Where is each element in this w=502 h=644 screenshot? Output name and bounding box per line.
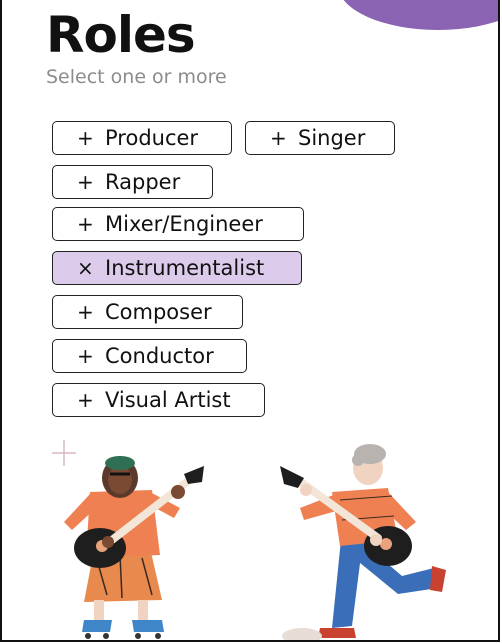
plus-icon: +: [77, 344, 94, 368]
role-chip-label: Mixer/Engineer: [105, 212, 263, 236]
role-chip-visual-artist[interactable]: + Visual Artist: [52, 383, 265, 417]
page-title: Roles: [46, 6, 196, 64]
right-guitarist-figure: [280, 444, 446, 640]
role-chip-label: Rapper: [105, 170, 181, 194]
page-subtitle: Select one or more: [46, 66, 227, 88]
plus-icon: +: [77, 212, 94, 236]
plus-icon: +: [77, 126, 94, 150]
plus-icon: +: [270, 126, 287, 150]
role-chip-label: Visual Artist: [105, 388, 231, 412]
role-chip-producer[interactable]: + Producer: [52, 121, 232, 155]
plus-icon: +: [77, 170, 94, 194]
role-chip-conductor[interactable]: + Conductor: [52, 339, 247, 373]
close-icon: ×: [77, 256, 94, 280]
role-chip-instrumentalist[interactable]: × Instrumentalist: [52, 251, 302, 285]
role-chip-composer[interactable]: + Composer: [52, 295, 243, 329]
role-chip-label: Composer: [105, 300, 212, 324]
two-guitarists-illustration: [52, 440, 446, 640]
role-chip-label: Producer: [105, 126, 199, 150]
role-chip-singer[interactable]: + Singer: [245, 121, 395, 155]
sparkle-icon: [52, 440, 76, 466]
role-chip-rapper[interactable]: + Rapper: [52, 165, 213, 199]
plus-icon: +: [77, 300, 94, 324]
screen-frame: Roles Select one or more + Producer + Si…: [0, 0, 500, 642]
role-chip-label: Singer: [298, 126, 366, 150]
role-chip-label: Conductor: [105, 344, 214, 368]
left-guitarist-figure: [64, 456, 204, 639]
plus-icon: +: [77, 388, 94, 412]
decorative-purple-blob: [338, 0, 498, 30]
role-chip-label: Instrumentalist: [105, 256, 265, 280]
role-chip-mixer-engineer[interactable]: + Mixer/Engineer: [52, 207, 304, 241]
